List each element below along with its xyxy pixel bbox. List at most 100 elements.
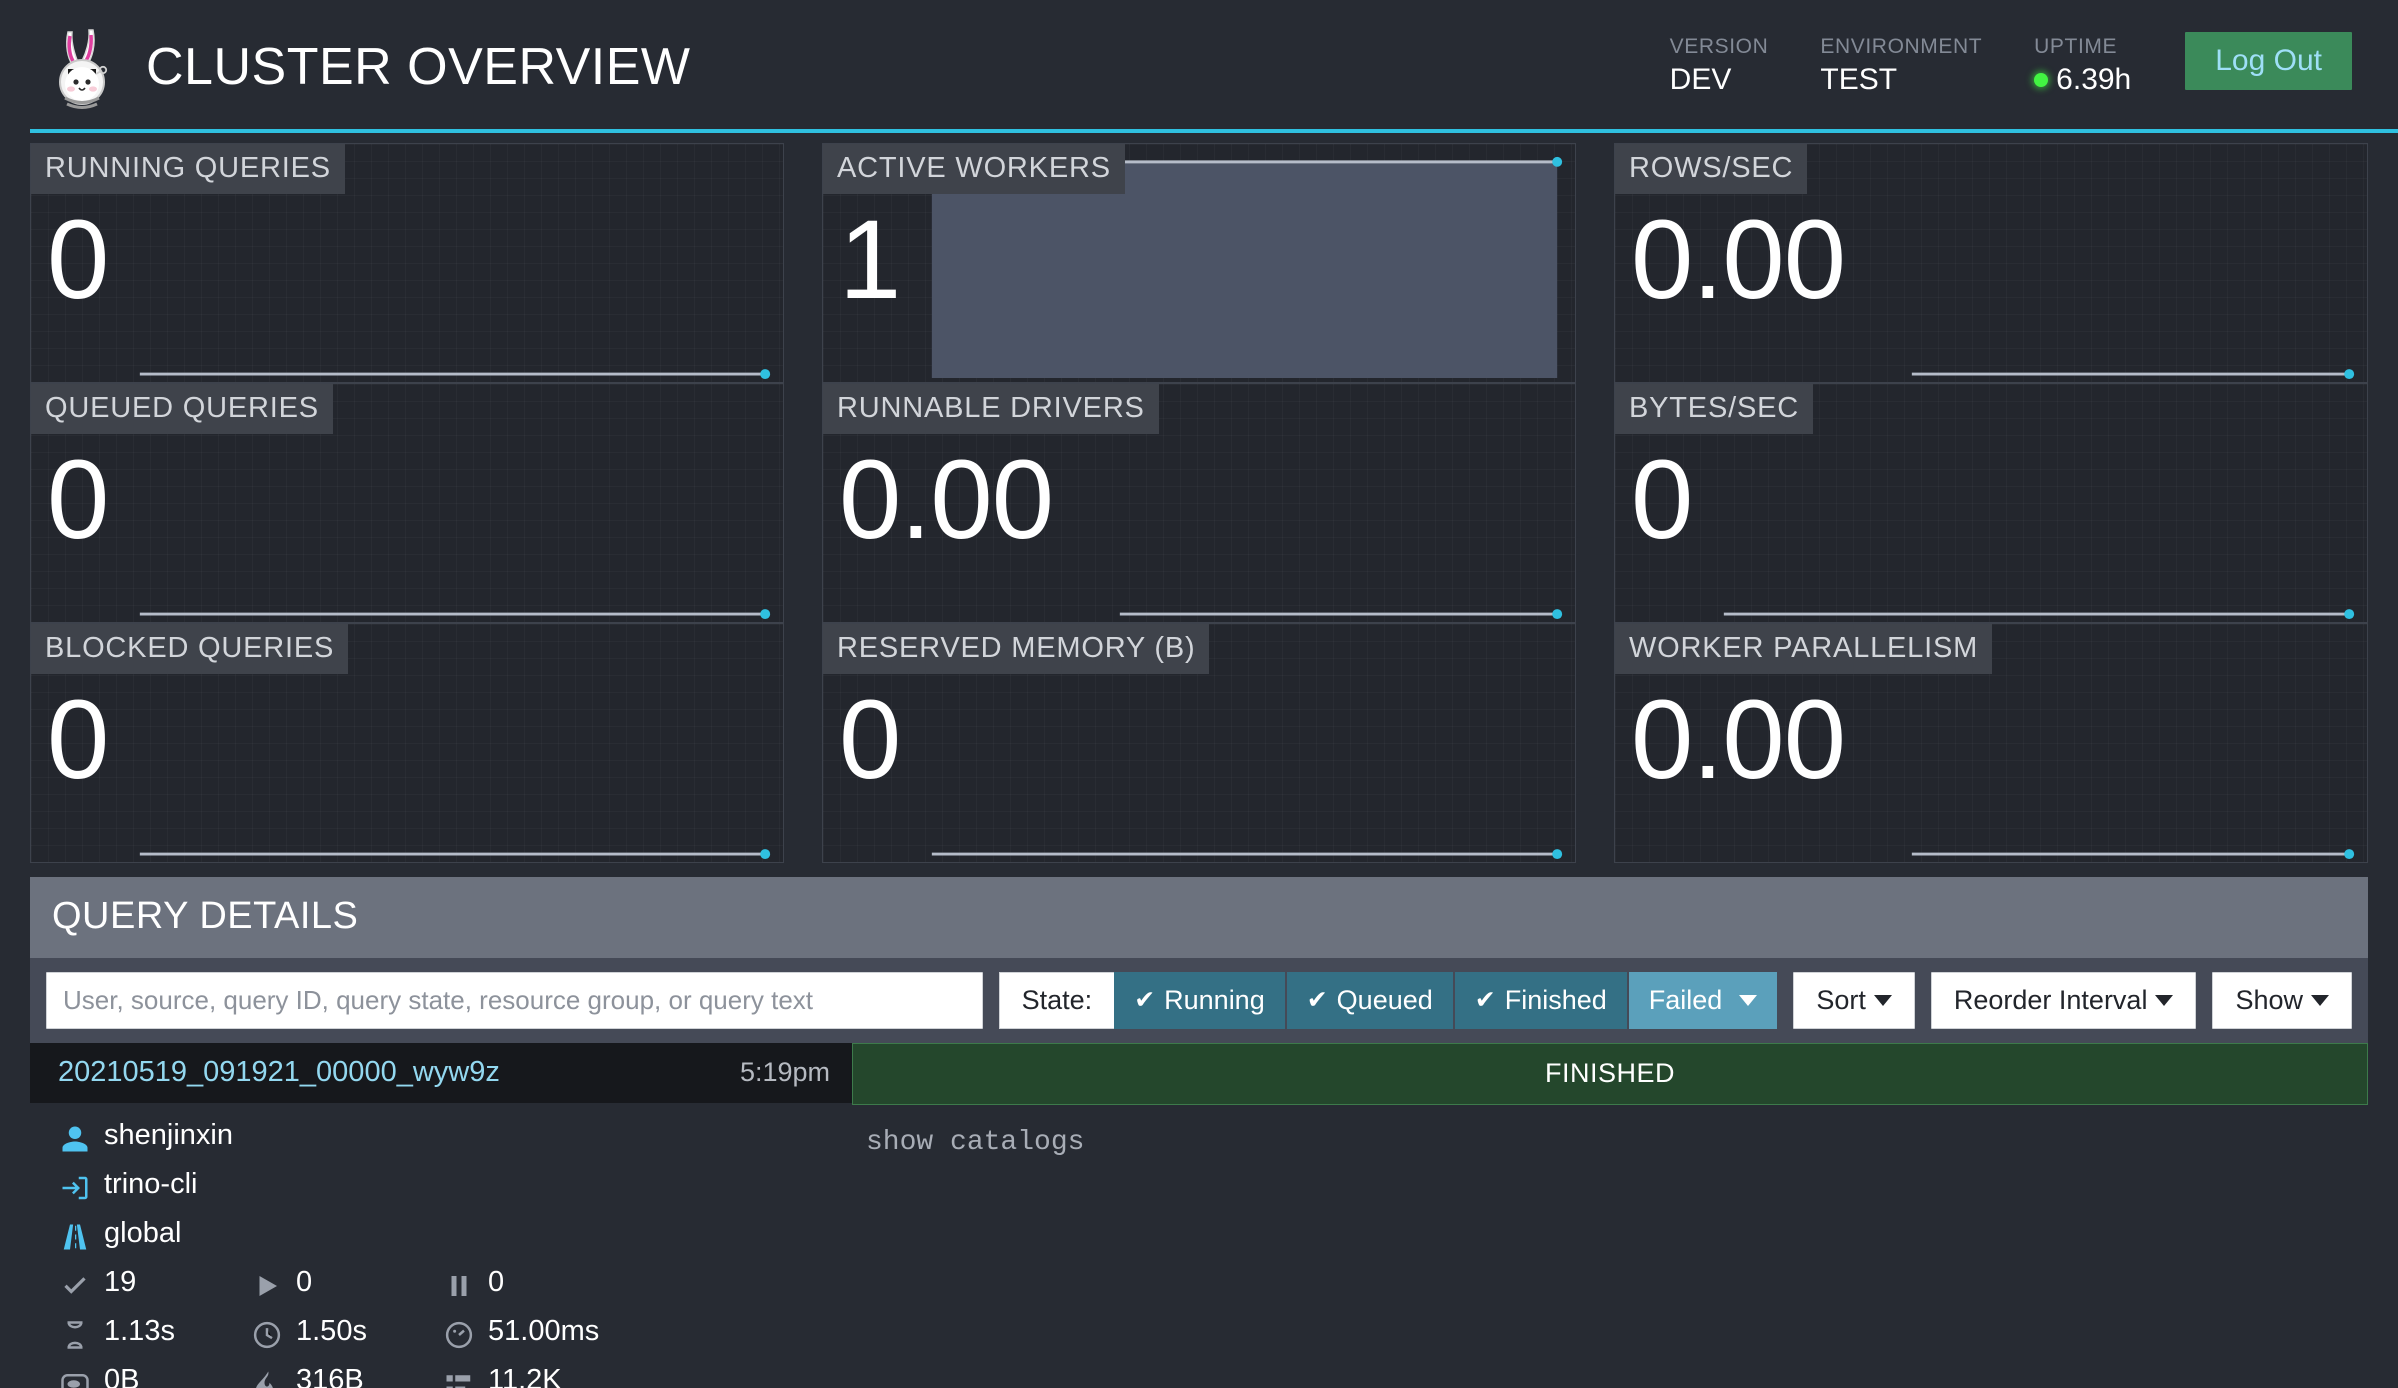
pause-icon — [444, 1268, 474, 1298]
header-meta-group: VERSION DEV ENVIRONMENT TEST UPTIME 6.39… — [1644, 31, 2352, 102]
query-id-bar: 20210519_091921_00000_wyw9z 5:19pm — [30, 1043, 852, 1103]
stat-value: 0.00 — [1631, 677, 1846, 802]
stat-title: BYTES/SEC — [1615, 384, 1813, 434]
peak-memory-cell: 316B — [252, 1356, 430, 1388]
stat-title: RESERVED MEMORY (B) — [823, 624, 1210, 674]
status-badge: FINISHED — [852, 1043, 2368, 1105]
chevron-down-icon — [1739, 995, 1758, 1006]
state-filter-running-label: Running — [1164, 985, 1265, 1015]
state-filter-running[interactable]: ✔ Running — [1114, 972, 1287, 1029]
query-splits-row: 19 0 0 — [60, 1258, 852, 1307]
stat-value: 0 — [47, 197, 109, 322]
stat-value: 0 — [47, 437, 109, 562]
speedometer-icon — [60, 1366, 90, 1388]
queued-splits: 0 — [488, 1266, 505, 1298]
running-splits-cell: 0 — [252, 1258, 430, 1307]
completed-splits: 19 — [104, 1266, 137, 1298]
query-list-item[interactable]: 20210519_091921_00000_wyw9z 5:19pm shenj… — [30, 1043, 2368, 1388]
state-filter-finished-label: Finished — [1504, 985, 1607, 1015]
sort-dropdown-label: Sort — [1816, 985, 1866, 1015]
environment-value: TEST — [1820, 62, 1898, 96]
query-status-panel: FINISHED show catalogs — [852, 1043, 2368, 1388]
environment-block: ENVIRONMENT TEST — [1794, 32, 2008, 98]
query-info-panel: 20210519_091921_00000_wyw9z 5:19pm shenj… — [30, 1043, 852, 1388]
query-user: shenjinxin — [104, 1119, 233, 1151]
show-dropdown-label: Show — [2235, 985, 2303, 1015]
query-list: 20210519_091921_00000_wyw9z 5:19pm shenj… — [30, 1043, 2368, 1388]
query-details-toolbar: State: ✔ Running ✔ Queued ✔ Finished Fai… — [30, 958, 2368, 1043]
wall-time: 1.13s — [104, 1315, 175, 1347]
total-cpu-time: 1.50s — [296, 1315, 367, 1347]
stat-title: ACTIVE WORKERS — [823, 144, 1125, 194]
query-id-link[interactable]: 20210519_091921_00000_wyw9z — [58, 1056, 500, 1089]
query-timestamp: 5:19pm — [739, 1057, 830, 1087]
version-block: VERSION DEV — [1644, 32, 1795, 98]
trino-rabbit-logo-icon — [46, 24, 120, 110]
show-dropdown[interactable]: Show — [2212, 972, 2352, 1029]
query-times-row: 1.13s 1.50s 51.00ms — [60, 1307, 852, 1356]
wall-time-cell: 1.13s — [60, 1307, 238, 1356]
query-resource-group-row: global — [60, 1209, 852, 1258]
rows: 11.2K — [488, 1364, 562, 1388]
state-filter-failed[interactable]: Failed — [1628, 972, 1778, 1029]
stat-card-bytes-per-sec: BYTES/SEC 0 — [1614, 383, 2368, 623]
version-label: VERSION — [1669, 34, 1769, 58]
search-input[interactable] — [46, 972, 983, 1029]
fire-icon — [252, 1366, 282, 1388]
completed-splits-cell: 19 — [60, 1258, 238, 1307]
check-icon — [60, 1268, 90, 1298]
rows-cell: 11.2K — [444, 1356, 622, 1388]
user-icon — [60, 1121, 90, 1151]
state-filter-finished[interactable]: ✔ Finished — [1454, 972, 1629, 1029]
state-filter-label: State: — [998, 972, 1115, 1029]
stat-title: WORKER PARALLELISM — [1615, 624, 1993, 674]
state-filter-queued[interactable]: ✔ Queued — [1286, 972, 1455, 1029]
stat-value: 0.00 — [839, 437, 1054, 562]
stat-value: 1 — [839, 197, 901, 322]
uptime-value-row: 6.39h — [2034, 62, 2131, 98]
stat-value: 0 — [839, 677, 901, 802]
reorder-interval-dropdown[interactable]: Reorder Interval — [1930, 972, 2197, 1029]
query-resource-group: global — [104, 1217, 182, 1249]
stat-title: RUNNING QUERIES — [31, 144, 345, 194]
stat-value: 0 — [1631, 437, 1693, 562]
stat-value: 0 — [47, 677, 109, 802]
state-filter-queued-label: Queued — [1336, 985, 1433, 1015]
running-splits: 0 — [296, 1266, 313, 1298]
query-details-title: QUERY DETAILS — [52, 895, 359, 937]
brand: CLUSTER OVERVIEW — [46, 24, 690, 110]
clock-icon — [252, 1317, 282, 1348]
uptime-value: 6.39h — [2056, 62, 2132, 96]
check-icon: ✔ — [1474, 986, 1496, 1014]
app-header: CLUSTER OVERVIEW VERSION DEV ENVIRONMENT… — [0, 0, 2398, 133]
cpu-time: 51.00ms — [488, 1315, 600, 1347]
stat-card-reserved-memory: RESERVED MEMORY (B) 0 — [822, 623, 1576, 863]
logout-button[interactable]: Log Out — [2185, 31, 2352, 90]
stat-card-active-workers: ACTIVE WORKERS 1 — [822, 143, 1576, 383]
state-filter-group: State: ✔ Running ✔ Queued ✔ Finished Fai… — [998, 972, 1778, 1029]
status-dot-icon — [2034, 72, 2049, 87]
gauge-icon — [444, 1317, 474, 1348]
stat-title: ROWS/SEC — [1615, 144, 1808, 194]
total-cpu-time-cell: 1.50s — [252, 1307, 430, 1356]
sort-dropdown[interactable]: Sort — [1793, 972, 1915, 1029]
memory-cell: 0B — [60, 1356, 238, 1388]
stat-value: 0.00 — [1631, 197, 1846, 322]
sign-in-icon — [60, 1170, 90, 1200]
query-source-row: trino-cli — [60, 1160, 852, 1209]
chevron-down-icon — [2311, 995, 2329, 1006]
query-source: trino-cli — [104, 1168, 198, 1200]
query-details-section: QUERY DETAILS State: ✔ Running ✔ Queued … — [0, 863, 2398, 1388]
check-icon: ✔ — [1306, 986, 1328, 1014]
header-accent-rule — [30, 129, 2398, 133]
query-user-row: shenjinxin — [60, 1111, 852, 1160]
cpu-time-cell: 51.00ms — [444, 1307, 622, 1356]
stat-title: RUNNABLE DRIVERS — [823, 384, 1159, 434]
uptime-label: UPTIME — [2034, 34, 2118, 58]
query-memory-row: 0B 316B 11.2K — [60, 1356, 852, 1388]
queued-splits-cell: 0 — [444, 1258, 622, 1307]
stat-card-blocked-queries: BLOCKED QUERIES 0 — [30, 623, 784, 863]
version-value: DEV — [1669, 62, 1732, 96]
reorder-interval-dropdown-label: Reorder Interval — [1953, 985, 2148, 1015]
stat-card-running-queries: RUNNING QUERIES 0 — [30, 143, 784, 383]
